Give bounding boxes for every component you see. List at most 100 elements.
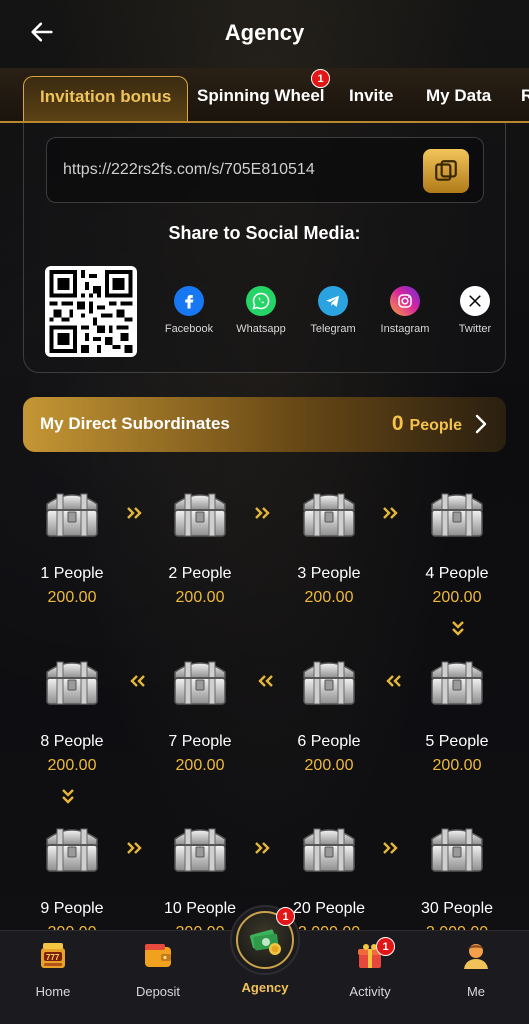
reward-chest[interactable]: 1 People 200.00 <box>23 482 121 606</box>
reward-amount: 200.00 <box>304 589 354 606</box>
social-label: Whatsapp <box>236 323 286 335</box>
reward-chest[interactable]: 30 People2,000.00 <box>408 817 506 941</box>
arrow-right-icon <box>126 841 146 854</box>
reward-people: 10 People <box>163 900 237 917</box>
treasure-chest-icon <box>174 493 226 537</box>
share-card: https://222rs2fs.com/s/705E810514 Share … <box>23 123 506 373</box>
nav-label: Me <box>466 984 486 999</box>
reward-people: 2 People <box>168 565 232 582</box>
treasure-chest-icon <box>174 828 226 872</box>
social-label: Facebook <box>164 323 214 335</box>
arrow-right-icon <box>254 506 274 519</box>
share-facebook[interactable]: Facebook <box>154 286 224 335</box>
social-label: Twitter <box>458 323 492 335</box>
tab-label: R <box>521 86 529 105</box>
reward-amount: 200.00 <box>432 757 482 774</box>
reward-people: 7 People <box>168 733 232 750</box>
arrow-right-icon <box>382 841 402 854</box>
social-label: Telegram <box>310 323 356 335</box>
arrow-right-icon <box>254 841 274 854</box>
arrow-left-icon <box>126 674 146 687</box>
share-title: Share to Social Media: <box>168 223 361 243</box>
header: Agency <box>0 0 529 68</box>
treasure-chest-icon <box>46 661 98 705</box>
tab-invite[interactable]: Invite <box>349 86 393 106</box>
tab-spinning-wheel[interactable]: Spinning Wheel <box>197 86 325 106</box>
copy-button[interactable] <box>423 149 469 193</box>
tab-label: Spinning Wheel <box>197 86 325 105</box>
invite-link-field[interactable]: https://222rs2fs.com/s/705E810514 <box>46 137 484 203</box>
nav-home[interactable]: 777 Home <box>13 939 93 999</box>
qr-code-icon <box>49 270 133 353</box>
treasure-chest-icon <box>303 828 355 872</box>
direct-subordinates-bar[interactable]: My Direct Subordinates 0 People <box>23 397 506 452</box>
reward-people: 8 People <box>40 733 104 750</box>
treasure-chest-icon <box>303 661 355 705</box>
reward-amount: 200.00 <box>304 757 354 774</box>
share-twitter[interactable]: Twitter <box>440 286 510 335</box>
reward-amount: 200.00 <box>175 757 225 774</box>
nav-me[interactable]: Me <box>436 939 516 999</box>
tab-more[interactable]: R <box>521 86 529 106</box>
x-icon <box>460 286 490 316</box>
telegram-icon <box>318 286 348 316</box>
subordinates-count: 0 People <box>392 412 462 436</box>
nav-label: Home <box>35 984 71 999</box>
share-telegram[interactable]: Telegram <box>298 286 368 335</box>
slot-machine-icon: 777 <box>41 943 65 968</box>
nav-deposit[interactable]: Deposit <box>118 939 198 999</box>
arrow-left-icon <box>254 674 274 687</box>
money-icon <box>250 929 281 955</box>
arrow-down-icon <box>452 620 464 640</box>
activity-badge: 1 <box>376 937 395 956</box>
reward-chest[interactable]: 9 People200.00 <box>23 817 121 941</box>
reward-chest[interactable]: 7 People 200.00 <box>151 650 249 774</box>
notification-badge: 1 <box>311 69 330 88</box>
page-title: Agency <box>224 20 305 45</box>
qr-code[interactable] <box>45 266 137 357</box>
tab-label: Invitation bonus <box>40 87 172 106</box>
reward-chest[interactable]: 8 People 200.00 <box>23 650 121 774</box>
user-avatar-icon <box>464 944 488 969</box>
tab-invitation-bonus[interactable]: Invitation bonus <box>23 76 189 121</box>
reward-people: 5 People <box>425 733 489 750</box>
invite-link-text: https://222rs2fs.com/s/705E810514 <box>63 161 315 178</box>
share-instagram[interactable]: Instagram <box>370 286 440 335</box>
social-label: Instagram <box>380 323 430 335</box>
arrow-down-icon <box>62 788 74 808</box>
treasure-chest-icon <box>431 493 483 537</box>
treasure-chest-icon <box>303 493 355 537</box>
reward-people: 9 People <box>40 900 104 917</box>
bottom-nav: 777 Home Deposit 1 Agency Activity 1 Me <box>0 905 529 1024</box>
nav-label: Deposit <box>135 984 181 999</box>
reward-amount: 200.00 <box>175 589 225 606</box>
reward-chest[interactable]: 3 People 200.00 <box>280 482 378 606</box>
reward-chest[interactable]: 6 People 200.00 <box>280 650 378 774</box>
reward-amount: 200.00 <box>47 589 97 606</box>
reward-chest[interactable]: 4 People 200.00 <box>408 482 506 606</box>
svg-text:777: 777 <box>46 953 60 962</box>
treasure-chest-icon <box>174 661 226 705</box>
arrow-right-icon <box>126 506 146 519</box>
treasure-chest-icon <box>46 493 98 537</box>
tab-label: Invite <box>349 86 394 105</box>
treasure-chest-icon <box>431 661 483 705</box>
treasure-chest-icon <box>46 828 98 872</box>
reward-people: 6 People <box>297 733 361 750</box>
share-whatsapp[interactable]: Whatsapp <box>226 286 296 335</box>
nav-activity[interactable]: Activity <box>330 939 410 999</box>
reward-chest[interactable]: 2 People 200.00 <box>151 482 249 606</box>
nav-label-agency: Agency <box>241 980 289 995</box>
chevron-right-icon <box>475 414 487 434</box>
tab-my-data[interactable]: My Data <box>426 86 491 106</box>
tab-label: My Data <box>426 86 492 105</box>
arrow-left-icon <box>382 674 402 687</box>
arrow-right-icon <box>382 506 402 519</box>
reward-people: 30 People <box>420 900 494 917</box>
agency-badge: 1 <box>276 907 295 926</box>
treasure-chest-icon <box>431 828 483 872</box>
tab-bar: Invitation bonus Spinning Wheel 1 Invite… <box>0 68 529 123</box>
copy-icon <box>435 160 457 181</box>
reward-chest[interactable]: 5 People 200.00 <box>408 650 506 774</box>
reward-people: 3 People <box>297 565 361 582</box>
